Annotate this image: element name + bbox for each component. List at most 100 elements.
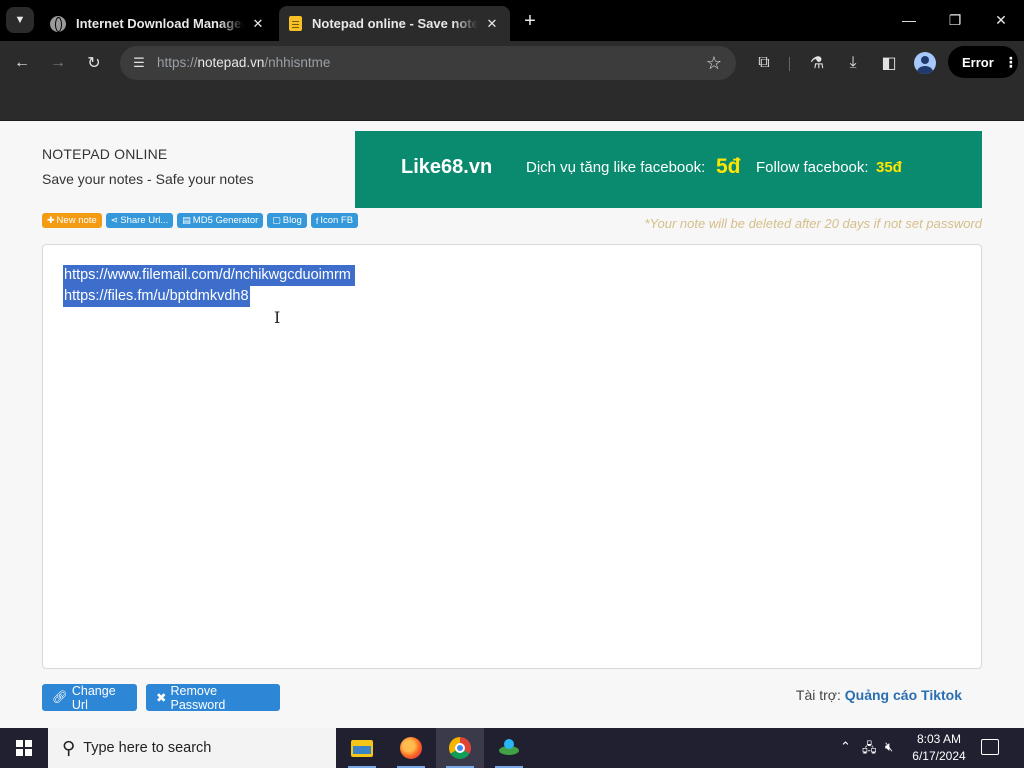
minimize-button[interactable]: — [897, 8, 921, 32]
address-bar[interactable]: ☰ https://notepad.vn/nhhisntme ☆ [120, 46, 736, 80]
note-actions-row: ✚ New note ⋖ Share Url... ▤ MD5 Generato… [42, 213, 359, 228]
tab-title: Notepad online - Save notes online [312, 16, 478, 31]
tab-notepad[interactable]: Notepad online - Save notes online ✕ [279, 6, 510, 41]
clock-date: 6/17/2024 [912, 749, 966, 763]
extensions-button[interactable]: ⧉ [750, 49, 778, 77]
file-explorer-icon [351, 739, 373, 757]
sponsor-link[interactable]: Quảng cáo Tiktok [845, 687, 962, 703]
chrome-icon [449, 737, 471, 759]
globe-icon [50, 15, 66, 32]
site-title: NOTEPAD ONLINE [42, 146, 168, 162]
tab-search-button[interactable]: ▼ [6, 7, 34, 33]
network-icon[interactable]: 🖧︎ [862, 739, 877, 761]
md5-generator-button[interactable]: ▤ MD5 Generator [177, 213, 264, 228]
url-scheme: https:// [157, 55, 198, 70]
back-button[interactable]: ← [8, 49, 36, 77]
toolbar-separator [789, 57, 790, 71]
new-tab-button[interactable]: + [518, 9, 542, 33]
close-icon[interactable]: ✕ [484, 16, 500, 32]
ad-price-like: 5đ [716, 155, 741, 178]
share-icon: ⋖ [110, 215, 119, 225]
back-arrow-icon: ← [14, 54, 30, 71]
taskbar-idm[interactable] [485, 728, 533, 768]
tab-idm[interactable]: Internet Download Manager is ✕ [40, 6, 276, 41]
reload-button[interactable]: ↻ [80, 49, 108, 77]
facebook-icon: f [315, 215, 319, 226]
notification-icon[interactable] [981, 739, 999, 755]
bookmark-bar [0, 84, 1024, 121]
close-icon[interactable]: ✕ [250, 16, 266, 32]
site-subtitle: Save your notes - Safe your notes [42, 171, 254, 187]
ad-text-follow: Follow facebook: [756, 159, 869, 176]
restore-button[interactable]: ❐ [943, 8, 967, 32]
blog-button[interactable]: ▢ Blog [267, 213, 307, 228]
change-url-label: Change Url [71, 683, 116, 712]
share-url-label: Share Url... [120, 215, 169, 226]
notepad-page: NOTEPAD ONLINE Save your notes - Safe yo… [0, 121, 1024, 728]
bookmark-star-icon[interactable]: ☆ [706, 53, 722, 74]
browser-toolbar: ← → ↻ ☰ https://notepad.vn/nhhisntme ☆ ⧉… [0, 41, 1024, 84]
text-cursor-icon: I [274, 308, 281, 327]
clock-time: 8:03 AM [916, 732, 962, 746]
downloads-button[interactable]: ⤓ [839, 49, 867, 77]
error-button[interactable]: Error ⋮ [948, 46, 1018, 78]
remove-password-button[interactable]: ✖ Remove Password [146, 683, 280, 712]
tray-chevron-up-icon[interactable]: ⌃ [840, 739, 851, 755]
search-icon: ⚲ [62, 737, 76, 758]
start-button[interactable] [0, 728, 48, 768]
calculator-icon: ▤ [182, 215, 191, 225]
more-menu-icon: ⋮ [1003, 53, 1018, 70]
notepad-icon [289, 16, 302, 31]
share-url-button[interactable]: ⋖ Share Url... [105, 213, 174, 228]
ad-brand: Like68.vn [401, 156, 493, 178]
ad-price-follow: 35đ [876, 159, 902, 176]
forward-button[interactable]: → [44, 49, 72, 77]
windows-logo-icon [16, 740, 32, 756]
browser-tab-bar: ▼ Internet Download Manager is ✕ Notepad… [0, 0, 1024, 41]
url-text[interactable]: https://notepad.vn/nhhisntme [157, 55, 330, 70]
sponsor-prefix: Tài trợ: [795, 687, 841, 703]
new-note-button[interactable]: ✚ New note [42, 213, 102, 228]
minimize-icon: — [902, 12, 916, 28]
close-icon: ✕ [995, 11, 1007, 28]
windows-taskbar: ⚲ Type here to search ⌃ 🖧︎ 🔇︎ 8:03 AM 6/… [0, 728, 1024, 768]
icon-fb-label: Icon FB [320, 215, 354, 226]
taskbar-search[interactable]: ⚲ Type here to search [48, 728, 336, 768]
error-label: Error [962, 54, 994, 70]
labs-button[interactable]: ⚗ [803, 49, 831, 77]
plus-icon: ✚ [47, 215, 55, 225]
note-textarea[interactable]: https://www.filemail.com/d/nchikwgcduoim… [42, 244, 982, 669]
side-panel-button[interactable]: ◧ [875, 49, 903, 77]
sponsor-text: Tài trợ: Quảng cáo Tiktok [796, 687, 962, 703]
icon-fb-button[interactable]: f Icon FB [310, 213, 359, 228]
plus-icon: + [524, 9, 536, 32]
ad-text-like: Dịch vụ tăng like facebook: [526, 159, 706, 176]
taskbar-file-explorer[interactable] [338, 728, 386, 768]
ad-banner[interactable]: Like68.vn Dịch vụ tăng like facebook: 5đ… [355, 131, 982, 208]
firefox-icon [400, 737, 422, 759]
md5-generator-label: MD5 Generator [192, 215, 259, 226]
profile-avatar-icon[interactable] [914, 52, 936, 74]
taskbar-chrome[interactable] [436, 728, 484, 768]
url-host: notepad.vn [197, 55, 265, 70]
remove-password-label: Remove Password [170, 683, 226, 712]
blog-label: Blog [282, 215, 302, 226]
site-info-icon[interactable]: ☰ [130, 54, 148, 72]
x-icon: ✖ [156, 691, 167, 705]
idm-icon [498, 737, 520, 759]
taskbar-firefox[interactable] [387, 728, 435, 768]
url-path: /nhhisntme [264, 55, 331, 70]
reload-icon: ↻ [87, 55, 101, 72]
new-note-label: New note [56, 215, 97, 226]
close-window-button[interactable]: ✕ [989, 8, 1013, 32]
download-icon: ⤓ [849, 54, 857, 71]
side-panel-icon: ◧ [881, 55, 897, 72]
note-line-selected[interactable]: https://www.filemail.com/d/nchikwgcduoim… [63, 265, 355, 286]
volume-muted-icon[interactable]: 🔇︎ [885, 739, 893, 755]
note-line-selected[interactable]: https://files.fm/u/bptdmkvdh8 [63, 286, 250, 307]
forward-arrow-icon: → [50, 54, 66, 71]
link-icon: 🔗︎ [52, 690, 68, 704]
change-url-button[interactable]: 🔗︎ Change Url [42, 683, 137, 712]
taskbar-clock[interactable]: 8:03 AM 6/17/2024 [906, 731, 972, 765]
restore-icon: ❐ [948, 11, 962, 28]
